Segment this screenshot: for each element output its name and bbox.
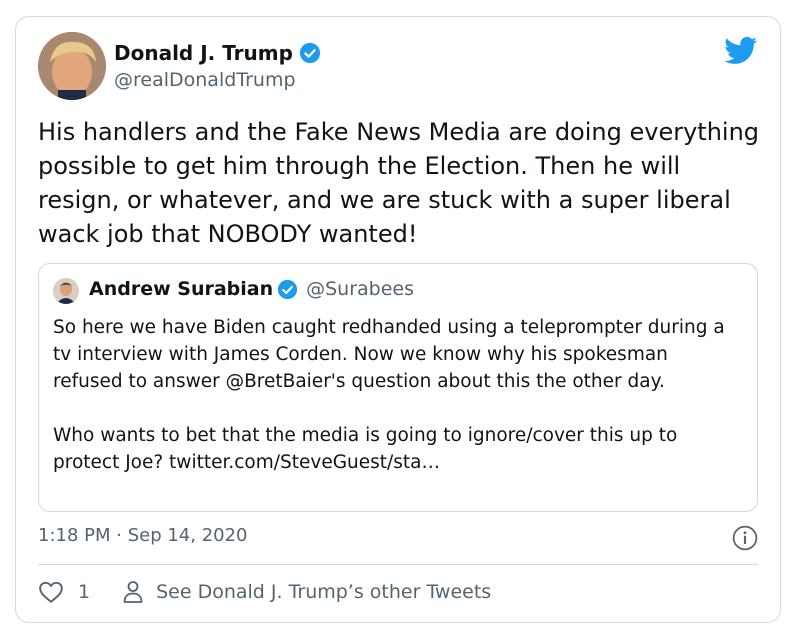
tweet-text: His handlers and the Fake News Media are… [38, 118, 760, 248]
author-avatar[interactable] [38, 32, 106, 100]
like-count: 1 [78, 581, 91, 603]
quoted-tweet[interactable]: Andrew Surabian @Surabees So here we hav… [38, 263, 758, 512]
divider [38, 564, 758, 565]
author-handle[interactable]: @realDonaldTrump [114, 69, 296, 91]
info-icon[interactable] [732, 525, 758, 551]
quoted-author-name[interactable]: Andrew Surabian [89, 278, 273, 300]
verified-badge-icon [278, 279, 298, 299]
twitter-bird-icon[interactable] [724, 37, 758, 65]
see-other-tweets-link[interactable]: See Donald J. Trump’s other Tweets [122, 580, 491, 604]
quoted-paragraph: Who wants to bet that the media is going… [53, 425, 678, 473]
embedded-tweet-card[interactable]: Donald J. Trump @realDonaldTrump His han… [15, 16, 781, 623]
heart-icon [39, 581, 63, 603]
verified-badge-icon [299, 42, 321, 64]
quoted-tweet-text: So here we have Biden caught redhanded u… [53, 314, 743, 476]
tweet-timestamp[interactable]: 1:18 PM · Sep 14, 2020 [38, 525, 248, 546]
see-other-tweets-label: See Donald J. Trump’s other Tweets [156, 581, 492, 603]
quoted-author-avatar[interactable] [53, 278, 79, 304]
quoted-paragraph: So here we have Biden caught redhanded u… [53, 317, 725, 392]
person-icon [123, 581, 143, 603]
like-button[interactable]: 1 [38, 580, 90, 604]
quoted-author-handle[interactable]: @Surabees [306, 278, 414, 300]
author-name[interactable]: Donald J. Trump [114, 41, 293, 65]
